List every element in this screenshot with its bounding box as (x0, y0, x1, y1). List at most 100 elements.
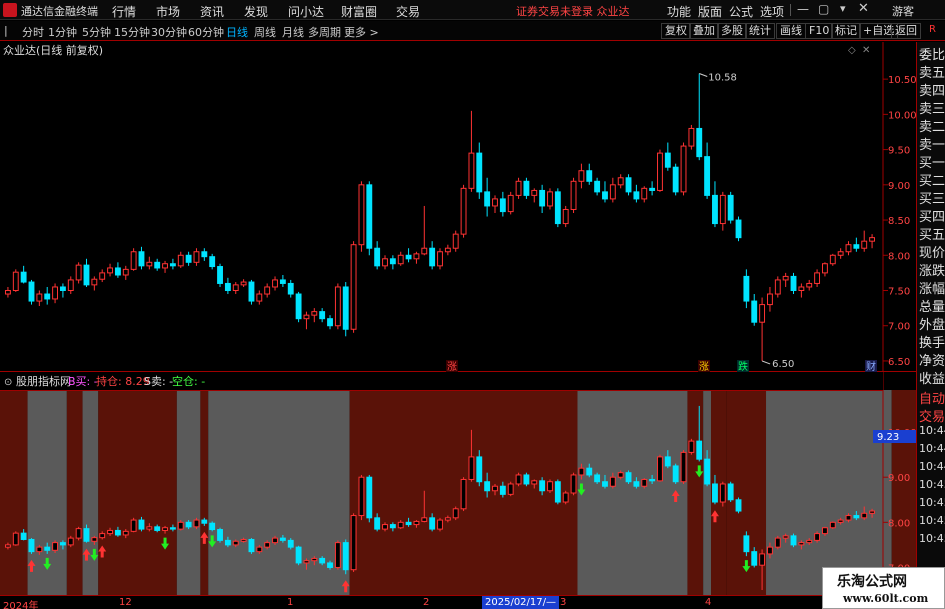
high-price-label: 10.58 (708, 73, 737, 84)
menu-layout[interactable]: 版面 (698, 3, 722, 20)
candle-down (201, 251, 208, 258)
candle-up (861, 240, 868, 249)
app-name: 通达信金融终端 (21, 5, 98, 18)
indicator-name[interactable]: 股朋指标网 (16, 374, 71, 388)
y-tick-label: 10.00 (888, 110, 916, 121)
event-marker[interactable]: 涨 (447, 361, 457, 372)
menu-market[interactable]: 市场 (156, 3, 180, 20)
indicator-chart[interactable]: ⊙ 股朋指标网 B买: - 持仓: 8.29 S卖: - 空仓: - 10.00… (0, 372, 916, 595)
menu-wealth[interactable]: 财富圈 (341, 3, 377, 20)
diamond-icon[interactable]: ◇ (848, 45, 856, 56)
candle-up (515, 474, 522, 485)
candle-down (217, 266, 223, 284)
tab-weekly[interactable]: 周线 (254, 24, 276, 40)
candle-up (845, 244, 852, 253)
draw-line-button[interactable]: 画线 (776, 23, 806, 39)
sidebar-item-auto[interactable]: 自动 (919, 393, 945, 406)
candle-up (452, 508, 459, 519)
tab-daily[interactable]: 日线 (226, 24, 248, 40)
sidebar-item-trade[interactable]: 交易 (919, 411, 945, 424)
sidebar-item[interactable]: 卖五 (919, 67, 945, 80)
tab-5min[interactable]: 5分钟 (82, 24, 111, 40)
sidebar-item[interactable]: 换手 (919, 337, 945, 350)
candle-down (672, 465, 679, 483)
menu-news[interactable]: 资讯 (200, 3, 224, 20)
indicator-menu-icon[interactable]: ⊙ (4, 377, 12, 388)
candle-down (539, 480, 546, 492)
menu-trade[interactable]: 交易 (396, 3, 420, 20)
candle-up (547, 481, 553, 492)
date-label: 2 (423, 597, 430, 608)
candle-down (327, 318, 333, 327)
candle-up (334, 286, 341, 327)
tab-15min[interactable]: 15分钟 (114, 24, 150, 40)
sidebar-item[interactable]: 总量 (919, 301, 945, 314)
sidebar-item[interactable]: 收益 (919, 373, 945, 386)
candle-up (806, 282, 813, 288)
candle-up (382, 524, 388, 530)
candle-down (279, 279, 286, 284)
sidebar-item[interactable]: 委比 (919, 49, 945, 62)
sidebar-item[interactable]: 买二 (919, 175, 945, 188)
sidebar-item[interactable]: 卖四 (919, 85, 945, 98)
menu-ask[interactable]: 问小达 (288, 3, 324, 20)
price-chart[interactable]: 众业达(日线 前复权) ◇ ✕ 10.50 10.00 9.50 9.00 8.50 8.… (0, 42, 916, 372)
stats-button[interactable]: 统计 (745, 23, 775, 39)
multi-stock-button[interactable]: 多股 (717, 23, 747, 39)
tab-monthly[interactable]: 月线 (282, 24, 304, 40)
tab-1min[interactable]: 1分钟 (48, 24, 77, 40)
mark-button[interactable]: 标记 (831, 23, 861, 39)
candle-down (154, 261, 161, 269)
f10-button[interactable]: F10 (805, 23, 834, 39)
period-toolbar: | 分时 1分钟 5分钟 15分钟 30分钟 60分钟 日线 周线 月线 多周期… (0, 21, 945, 41)
sidebar-item[interactable]: 涨幅 (919, 283, 945, 296)
event-marker[interactable]: 涨 (699, 361, 709, 372)
sidebar-item[interactable]: 买一 (919, 157, 945, 170)
sidebar-item[interactable]: 卖三 (919, 103, 945, 116)
tab-30min[interactable]: 30分钟 (151, 24, 187, 40)
menu-market-quotes[interactable]: 行情 (112, 3, 136, 20)
restore-button[interactable]: ▢ (818, 2, 829, 16)
event-marker[interactable]: 跌 (738, 360, 748, 372)
candle-up (782, 535, 789, 539)
minimize-button[interactable]: — (797, 2, 809, 16)
menu-function[interactable]: 功能 (667, 3, 691, 20)
sidebar-item[interactable]: 净资 (919, 355, 945, 368)
sidebar-item[interactable]: 买五 (919, 229, 945, 242)
candle-up (91, 537, 98, 542)
close-panel-icon[interactable]: ✕ (862, 45, 870, 56)
back-button[interactable]: 返回 (891, 23, 921, 39)
sidebar-item[interactable]: 外盘 (919, 319, 945, 332)
menu-formula[interactable]: 公式 (729, 3, 753, 20)
guest-label[interactable]: 游客 (892, 3, 914, 19)
candle-down (366, 184, 373, 249)
candle-down (594, 474, 601, 483)
tab-timeshare[interactable]: 分时 (22, 24, 44, 40)
tab-more[interactable]: 更多 > (344, 24, 379, 40)
close-button[interactable]: ✕ (858, 1, 869, 16)
sidebar-item[interactable]: 卖一 (919, 139, 945, 152)
event-marker[interactable]: 财 (866, 360, 876, 372)
collapse-icon[interactable]: | (4, 24, 8, 37)
tab-multi-period[interactable]: 多周期 (308, 24, 341, 40)
tab-60min[interactable]: 60分钟 (188, 24, 224, 40)
popup-button[interactable]: ▾ (840, 2, 846, 15)
adjust-button[interactable]: 复权 (661, 23, 691, 39)
candle-down (633, 191, 640, 200)
candle-down (154, 526, 161, 531)
y-tick-label: 10.50 (888, 75, 916, 86)
overlay-button[interactable]: 叠加 (689, 23, 719, 39)
candle-up (452, 233, 459, 249)
sidebar-item[interactable]: 买三 (919, 193, 945, 206)
menu-discover[interactable]: 发现 (244, 3, 268, 20)
sidebar-item[interactable]: 现价 (919, 247, 945, 260)
candle-up (311, 557, 318, 562)
menu-options[interactable]: 选项 (760, 3, 784, 20)
sidebar-item[interactable]: 卖二 (919, 121, 945, 134)
sidebar-item[interactable]: 涨跌 (919, 265, 945, 278)
sidebar-item[interactable]: 买四 (919, 211, 945, 224)
date-label: 4 (705, 597, 712, 608)
candle-down (735, 499, 742, 512)
candle-up (570, 180, 577, 210)
candle-down (405, 521, 412, 526)
